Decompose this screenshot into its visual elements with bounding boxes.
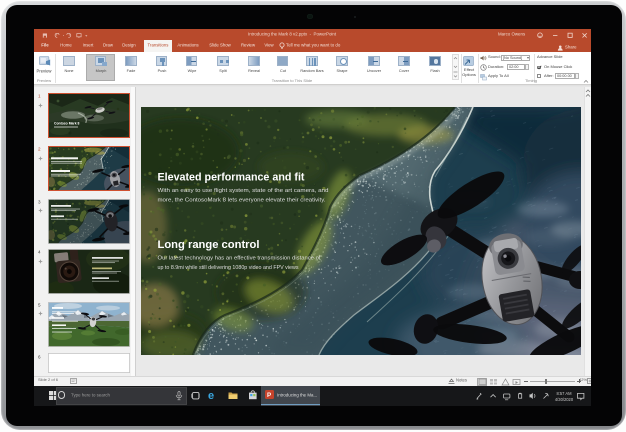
svg-text:more, the ContosoMark 8 lets e: more, the ContosoMark 8 lets everyone el…	[157, 198, 325, 204]
svg-text:With an easy to use flight sys: With an easy to use flight system, state…	[157, 188, 328, 194]
svg-text:up to 8.9mi while still delive: up to 8.9mi while still delivering 1080p…	[157, 265, 298, 271]
svg-text:Elevated performance and fit: Elevated performance and fit	[157, 172, 304, 184]
svg-text:Contoso Mark 8: Contoso Mark 8	[54, 122, 80, 126]
svg-text:Long range control: Long range control	[157, 239, 259, 251]
svg-text:8:57 AM: 8:57 AM	[556, 391, 572, 396]
svg-text:4/30/2020: 4/30/2020	[555, 397, 574, 402]
svg-text:Our latest technology has an e: Our latest technology has an effective t…	[157, 256, 321, 262]
